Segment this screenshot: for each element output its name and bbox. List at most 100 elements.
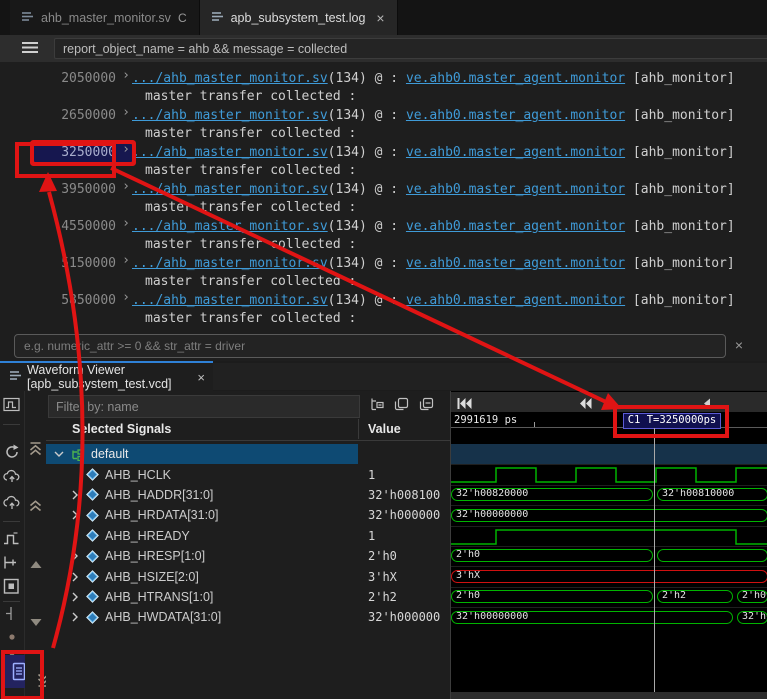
tree-row-signal[interactable]: AHB_HWDATA[31:0] 32'h000000: [46, 607, 450, 627]
tree-row-signal[interactable]: AHB_HTRANS[1:0] 2'h2: [46, 587, 450, 607]
close-icon[interactable]: ×: [376, 11, 384, 25]
cursor-time-badge[interactable]: C1 T=3250000ps: [623, 413, 721, 429]
signal-filter-input[interactable]: [48, 395, 360, 418]
chevron-right-icon[interactable]: [70, 612, 80, 622]
hierarchy-link[interactable]: ve.ahb0.master_agent.monitor: [406, 292, 625, 310]
signal-value: 32'h000000: [368, 610, 441, 625]
frame-dot-icon[interactable]: [3, 578, 20, 600]
log-timestamp[interactable]: 2050000 ›: [34, 67, 132, 88]
ruler-time-label: 2991619 ps: [454, 414, 518, 426]
log-timestamp[interactable]: 5150000 ›: [34, 252, 132, 273]
signal-label: AHB_HRESP[1:0]: [105, 549, 206, 564]
bus-segment: 2'h0: [737, 590, 767, 604]
expand-chevron-icon[interactable]: ›: [122, 67, 130, 85]
chevron-right-icon[interactable]: [70, 510, 80, 520]
wave-row-AHB_HREADY[interactable]: [451, 525, 767, 546]
measure-icon[interactable]: [3, 555, 19, 575]
source-file-link[interactable]: .../ahb_master_monitor.sv: [132, 70, 328, 88]
expand-all-icon[interactable]: [394, 397, 409, 416]
hierarchy-link[interactable]: ve.ahb0.master_agent.monitor: [406, 144, 625, 162]
log-view[interactable]: 2050000 › .../ahb_master_monitor.sv (134) @…: [0, 62, 767, 331]
tree-row-signal[interactable]: AHB_HSIZE[2:0] 3'hX: [46, 566, 450, 586]
chevron-right-icon[interactable]: [70, 592, 80, 602]
tab-waveform-viewer[interactable]: Waveform Viewer [apb_subsystem_test.vcd]…: [0, 361, 213, 391]
bus-segment: 32'h00: [737, 610, 767, 624]
hierarchy-link[interactable]: ve.ahb0.master_agent.monitor: [406, 70, 625, 88]
waveform-panel-icon[interactable]: [3, 396, 21, 419]
log-timestamp[interactable]: 2650000 ›: [34, 104, 132, 125]
tree-row-signal[interactable]: AHB_HRDATA[31:0] 32'h000000: [46, 505, 450, 525]
source-file-link[interactable]: .../ahb_master_monitor.sv: [132, 292, 328, 310]
tree-row-signal[interactable]: AHB_HCLK 1: [46, 464, 450, 484]
step-down-icon[interactable]: [30, 614, 42, 632]
expand-chevron-icon[interactable]: ›: [122, 141, 130, 159]
bus-segment: 32'h00810000: [657, 488, 767, 502]
log-location: (134) @ :: [327, 145, 406, 160]
log-timestamp[interactable]: 3950000 ›: [34, 178, 132, 199]
source-file-link[interactable]: .../ahb_master_monitor.sv: [132, 255, 328, 273]
wave-row-AHB_HSIZE[interactable]: 3'hX: [451, 566, 767, 586]
log-timestamp[interactable]: 5850000 ›: [34, 289, 132, 310]
log-entry-line: 3250000 › .../ahb_master_monitor.sv (134) @…: [34, 141, 767, 162]
log-timestamp[interactable]: 4550000 ›: [34, 215, 132, 236]
source-file-link[interactable]: .../ahb_master_monitor.sv: [132, 181, 328, 199]
cloud-upload-icon[interactable]: [3, 468, 21, 489]
waveform-pane[interactable]: 2991619 ps C1 T=3250000ps 32'h00820000 32…: [450, 391, 767, 699]
log-timestamp[interactable]: 3250000 ›: [34, 141, 132, 162]
close-icon[interactable]: ×: [197, 370, 205, 385]
log-location: (134) @ :: [327, 256, 406, 271]
tab-apb-subsystem-test-log[interactable]: apb_subsystem_test.log ×: [199, 0, 398, 35]
log-message: master transfer collected :: [145, 89, 357, 104]
hierarchy-link[interactable]: ve.ahb0.master_agent.monitor: [406, 107, 625, 125]
hierarchy-link[interactable]: ve.ahb0.master_agent.monitor: [406, 218, 625, 236]
expand-chevron-icon[interactable]: ›: [122, 252, 130, 270]
scroll-top-icon[interactable]: [28, 441, 43, 461]
hierarchy-link[interactable]: ve.ahb0.master_agent.monitor: [406, 181, 625, 199]
chevron-right-icon[interactable]: [70, 490, 80, 500]
attribute-filter-input[interactable]: [14, 334, 726, 358]
collapse-all-icon[interactable]: [419, 397, 434, 416]
wave-row-AHB_HWDATA[interactable]: 32'h00000000 32'h00: [451, 607, 767, 627]
menu-icon[interactable]: [22, 41, 38, 59]
collapse-tree-icon[interactable]: [368, 397, 384, 416]
wave-row-AHB_HTRANS[interactable]: 2'h0 2'h2 2'h0: [451, 586, 767, 607]
page-up-icon[interactable]: [28, 499, 43, 517]
chevron-right-icon[interactable]: [70, 551, 80, 561]
source-file-link[interactable]: .../ahb_master_monitor.sv: [132, 144, 328, 162]
log-entry-line: 5150000 › .../ahb_master_monitor.sv (134) @…: [34, 252, 767, 273]
waveform-cursor-line[interactable]: [654, 428, 655, 692]
expand-chevron-icon[interactable]: ›: [122, 104, 130, 122]
tree-scroll-column: [25, 391, 46, 699]
expand-chevron-icon[interactable]: ›: [122, 289, 130, 307]
wave-row-AHB_HCLK[interactable]: [451, 464, 767, 484]
pulse-icon[interactable]: [3, 531, 21, 552]
hierarchy-link[interactable]: ve.ahb0.master_agent.monitor: [406, 255, 625, 273]
log-entry: 3950000 › .../ahb_master_monitor.sv (134) @…: [34, 178, 767, 217]
wave-row-AHB_HRESP[interactable]: 2'h0: [451, 545, 767, 566]
sync-icon[interactable]: [3, 443, 21, 466]
wave-row-AHB_HRDATA[interactable]: 32'h00000000: [451, 505, 767, 525]
signal-value: 2'h0: [368, 549, 397, 564]
tree-row-signal[interactable]: AHB_HREADY 1: [46, 526, 450, 546]
close-icon[interactable]: ×: [735, 337, 743, 353]
cursor-tool-icon[interactable]: [3, 606, 19, 626]
waveform-ruler[interactable]: 2991619 ps C1 T=3250000ps: [451, 412, 767, 429]
source-file-link[interactable]: .../ahb_master_monitor.sv: [132, 107, 328, 125]
source-file-link[interactable]: .../ahb_master_monitor.sv: [132, 218, 328, 236]
chevron-down-icon[interactable]: [54, 449, 64, 459]
group-row-band: [451, 444, 767, 465]
waveform-hscrollbar[interactable]: [451, 692, 767, 699]
expand-chevron-icon[interactable]: ›: [122, 178, 130, 196]
signal-diamond-icon: [86, 590, 99, 604]
chevron-right-icon[interactable]: [70, 572, 80, 582]
expand-chevron-icon[interactable]: ›: [122, 215, 130, 233]
cloud-upload-alt-icon[interactable]: [3, 494, 21, 515]
step-up-icon[interactable]: [30, 556, 42, 574]
log-filter-input[interactable]: [54, 38, 767, 59]
wave-row-AHB_HADDR[interactable]: 32'h00820000 32'h00810000: [451, 484, 767, 505]
tab-ahb-master-monitor-sv[interactable]: ahb_master_monitor.sv C: [10, 0, 200, 35]
log-entry: 5150000 › .../ahb_master_monitor.sv (134) @…: [34, 252, 767, 291]
tree-row-signal[interactable]: AHB_HADDR[31:0] 32'h008100: [46, 485, 450, 505]
tree-row-group[interactable]: default: [46, 444, 450, 465]
tree-row-signal[interactable]: AHB_HRESP[1:0] 2'h0: [46, 546, 450, 566]
